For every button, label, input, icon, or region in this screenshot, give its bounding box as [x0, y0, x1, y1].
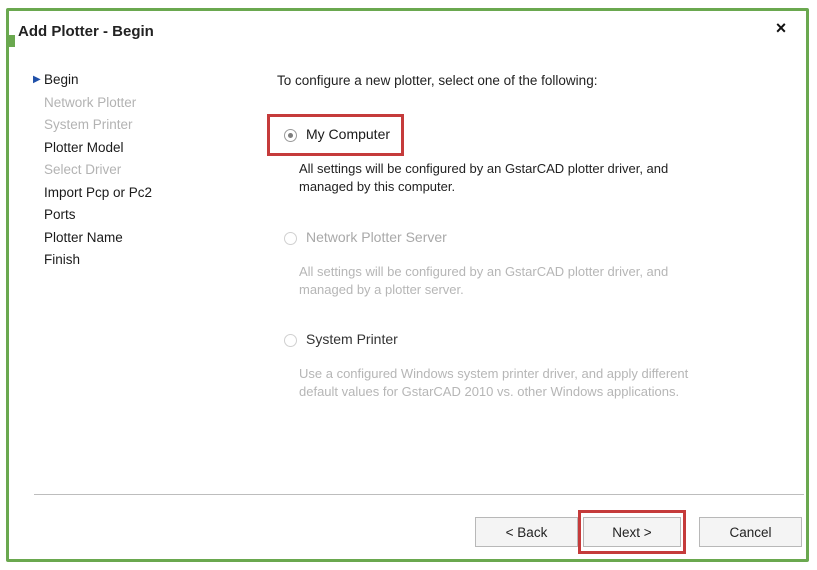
- title-accent: [9, 35, 15, 47]
- step-plotter-name: Plotter Name: [31, 227, 152, 250]
- step-label: Import Pcp or Pc2: [44, 184, 153, 200]
- step-select-driver: Select Driver: [31, 159, 152, 182]
- next-button[interactable]: Next >: [583, 517, 681, 547]
- my-computer-radio[interactable]: [284, 129, 297, 142]
- step-system-printer: System Printer: [31, 114, 152, 137]
- step-label: System Printer: [44, 117, 133, 132]
- network-plotter-server-label[interactable]: Network Plotter Server: [306, 229, 447, 245]
- close-button[interactable]: ×: [772, 19, 790, 37]
- network-plotter-server-radio[interactable]: [284, 232, 297, 245]
- system-printer-description: Use a configured Windows system printer …: [299, 366, 689, 399]
- add-plotter-dialog: Add Plotter - Begin × ▶ Begin Network Pl…: [6, 8, 809, 562]
- step-finish: Finish: [31, 249, 152, 272]
- step-label: Finish: [44, 252, 81, 267]
- step-begin: ▶ Begin: [31, 69, 152, 92]
- step-label: Plotter Name: [44, 229, 123, 245]
- instruction-text: To configure a new plotter, select one o…: [277, 73, 598, 88]
- title-bar: Add Plotter - Begin ×: [9, 11, 806, 51]
- step-ports: Ports: [31, 204, 152, 227]
- step-plotter-model: Plotter Model: [31, 137, 152, 160]
- step-network-plotter: Network Plotter: [31, 92, 152, 115]
- step-label: Network Plotter: [44, 94, 137, 110]
- dialog-title: Add Plotter - Begin: [18, 23, 154, 40]
- my-computer-label[interactable]: My Computer: [306, 126, 390, 142]
- step-label: Ports: [44, 207, 76, 222]
- step-label: Begin: [44, 72, 79, 87]
- cancel-button[interactable]: Cancel: [699, 517, 802, 547]
- back-button[interactable]: < Back: [475, 517, 578, 547]
- footer-separator: [34, 494, 804, 495]
- my-computer-description: All settings will be configured by an Gs…: [299, 161, 669, 194]
- system-printer-label[interactable]: System Printer: [306, 331, 398, 347]
- wizard-steps: ▶ Begin Network Plotter System Printer P…: [31, 69, 152, 272]
- network-plotter-server-description: All settings will be configured by an Gs…: [299, 264, 669, 297]
- step-import-pcp: Import Pcp or Pc2: [31, 182, 152, 205]
- step-label: Plotter Model: [44, 139, 124, 155]
- current-step-arrow-icon: ▶: [33, 74, 41, 85]
- step-label: Select Driver: [44, 162, 122, 177]
- system-printer-radio[interactable]: [284, 334, 297, 347]
